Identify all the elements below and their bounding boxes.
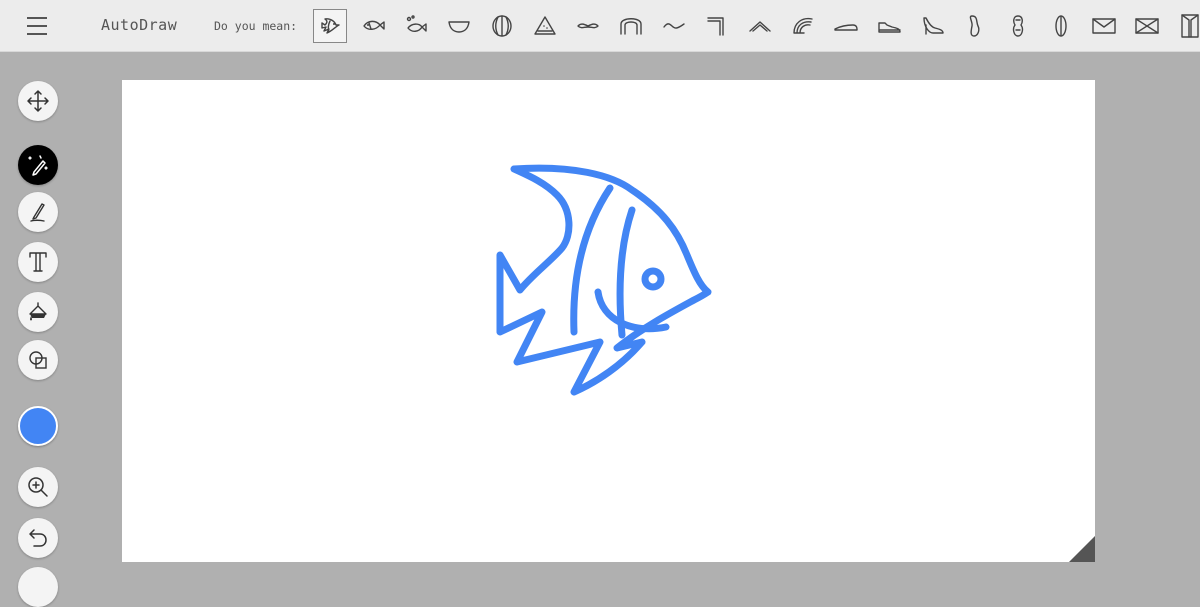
suggestion-chevron[interactable]	[743, 9, 777, 43]
ball-icon	[492, 15, 512, 37]
suggestion-angelfish[interactable]	[313, 9, 347, 43]
door-icon	[1181, 14, 1199, 38]
chevron-icon	[749, 21, 771, 32]
blob-icon	[969, 15, 980, 37]
mustache-icon	[577, 23, 599, 29]
color-picker-button[interactable]	[18, 406, 58, 446]
suggestion-corner[interactable]	[700, 9, 734, 43]
suggestion-flat-shoe[interactable]	[829, 9, 863, 43]
flat-shoe-icon	[834, 24, 858, 31]
autodraw-tool-button[interactable]	[18, 145, 58, 185]
suggestion-squiggle[interactable]	[657, 9, 691, 43]
paint-bucket-icon	[29, 302, 47, 321]
top-bar: AutoDraw Do you mean:	[0, 0, 1200, 52]
suggestion-watermelon-slice[interactable]	[528, 9, 562, 43]
zoom-tool-button[interactable]	[18, 467, 58, 507]
peanut-icon	[1012, 15, 1024, 37]
draw-tool-button[interactable]	[18, 192, 58, 232]
rainbow-icon	[793, 17, 813, 34]
menu-icon[interactable]	[22, 14, 54, 38]
suggestion-door[interactable]	[1173, 9, 1200, 43]
angelfish-icon	[321, 18, 340, 34]
suggestion-bowl[interactable]	[442, 9, 476, 43]
suggestion-fish[interactable]	[356, 9, 390, 43]
drawing-canvas[interactable]	[122, 80, 1095, 562]
page-corner-fold	[1069, 536, 1095, 562]
bowl-icon	[448, 21, 470, 33]
app-title: AutoDraw	[101, 16, 178, 34]
suggestion-envelope[interactable]	[1087, 9, 1121, 43]
fish-bubbles-icon	[406, 15, 427, 32]
suggestion-sneaker[interactable]	[872, 9, 906, 43]
angelfish-drawing	[496, 164, 712, 396]
move-icon	[27, 90, 49, 112]
suggestion-high-heel[interactable]	[915, 9, 949, 43]
zoom-in-icon	[28, 477, 48, 497]
fill-tool-button[interactable]	[18, 292, 58, 332]
fish-icon	[363, 20, 385, 30]
envelope-icon	[1092, 18, 1116, 34]
shape-tool-button[interactable]	[18, 340, 58, 380]
leaf-icon	[1055, 15, 1067, 37]
corner-icon	[707, 17, 724, 36]
undo-icon	[29, 529, 47, 547]
sneaker-icon	[878, 22, 901, 33]
shapes-icon	[29, 351, 47, 369]
suggestion-leaf[interactable]	[1044, 9, 1078, 43]
pencil-icon	[30, 203, 45, 222]
magic-pencil-icon	[28, 155, 48, 176]
text-icon	[29, 252, 47, 272]
more-tool-button[interactable]	[18, 567, 58, 607]
move-tool-button[interactable]	[18, 81, 58, 121]
envelope-crossed-icon	[1135, 18, 1159, 34]
suggestion-blob[interactable]	[958, 9, 992, 43]
suggestion-mustache[interactable]	[571, 9, 605, 43]
arch-icon	[620, 18, 642, 35]
suggestion-rainbow[interactable]	[786, 9, 820, 43]
high-heel-icon	[923, 17, 944, 35]
squiggle-icon	[663, 23, 685, 29]
watermelon-slice-icon	[534, 16, 556, 35]
suggestion-fish-bubbles[interactable]	[399, 9, 433, 43]
text-tool-button[interactable]	[18, 242, 58, 282]
undo-tool-button[interactable]	[18, 518, 58, 558]
suggestion-peanut[interactable]	[1001, 9, 1035, 43]
suggestion-arch[interactable]	[614, 9, 648, 43]
suggestions-label: Do you mean:	[214, 19, 298, 33]
suggestion-envelope-crossed[interactable]	[1130, 9, 1164, 43]
suggestion-ball[interactable]	[485, 9, 519, 43]
